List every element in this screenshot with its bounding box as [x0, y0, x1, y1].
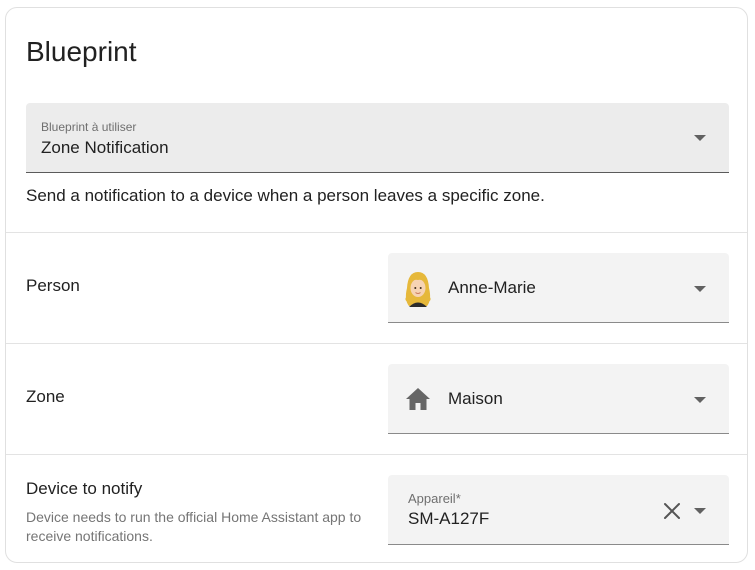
blueprint-select[interactable]: Blueprint à utiliser Zone Notification	[26, 103, 729, 173]
zone-value: Maison	[448, 389, 503, 408]
device-select[interactable]: Appareil* SM-A127F	[388, 475, 729, 545]
blueprint-description: Send a notification to a device when a p…	[26, 186, 545, 205]
chevron-down-icon	[694, 508, 706, 514]
person-avatar	[405, 272, 431, 307]
chevron-down-icon	[694, 286, 706, 292]
device-value: SM-A127F	[408, 509, 490, 528]
person-label: Person	[26, 276, 80, 295]
home-icon	[406, 388, 430, 410]
blueprint-select-label: Blueprint à utiliser	[41, 120, 137, 134]
close-icon[interactable]	[663, 502, 681, 520]
person-value: Anne-Marie	[448, 278, 536, 297]
device-field-label: Appareil*	[408, 491, 461, 506]
chevron-down-icon	[694, 135, 706, 141]
device-label: Device to notify	[26, 479, 143, 498]
zone-label: Zone	[26, 387, 65, 406]
blueprint-select-value: Zone Notification	[41, 138, 169, 157]
chevron-down-icon	[694, 397, 706, 403]
divider	[6, 454, 747, 455]
blueprint-card: Blueprint Blueprint à utiliser Zone Noti…	[5, 7, 748, 563]
device-sublabel: Device needs to run the official Home As…	[26, 509, 362, 544]
person-select[interactable]: Anne-Marie	[388, 253, 729, 323]
card-title: Blueprint	[26, 36, 137, 67]
zone-select[interactable]: Maison	[388, 364, 729, 434]
divider	[6, 343, 747, 344]
divider	[6, 232, 747, 233]
